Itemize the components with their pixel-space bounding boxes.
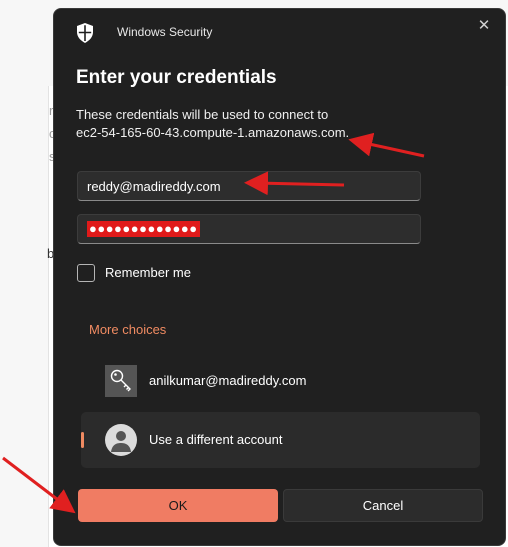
server-hostname: ec2-54-165-60-43.compute-1.amazonaws.com… (76, 125, 350, 140)
dialog-description: These credentials will be used to connec… (76, 106, 349, 142)
account-option-anilkumar[interactable]: anilkumar@madireddy.com (81, 353, 480, 409)
title-bar: Windows Security ✕ (54, 9, 505, 55)
description-line: These credentials will be used to connec… (76, 107, 329, 122)
account-label: anilkumar@madireddy.com (149, 373, 307, 388)
user-avatar-icon (105, 424, 137, 456)
account-label: Use a different account (149, 432, 283, 447)
ok-button[interactable]: OK (78, 489, 278, 522)
username-value: reddy@madireddy.com (87, 179, 221, 194)
password-masked-value: ●●●●●●●●●●●●● (87, 221, 200, 237)
selection-indicator (81, 432, 84, 448)
credentials-dialog: Windows Security ✕ Enter your credential… (53, 8, 506, 546)
password-field[interactable]: ●●●●●●●●●●●●● (77, 214, 421, 244)
key-icon (105, 365, 137, 397)
more-choices-link[interactable]: More choices (89, 322, 166, 337)
cancel-button[interactable]: Cancel (283, 489, 483, 522)
close-button[interactable]: ✕ (473, 15, 495, 37)
dialog-heading: Enter your credentials (76, 67, 277, 88)
close-icon: ✕ (477, 17, 491, 34)
account-option-different[interactable]: Use a different account (81, 412, 480, 468)
username-field[interactable]: reddy@madireddy.com (77, 171, 421, 201)
remember-me-label[interactable]: Remember me (105, 265, 191, 280)
shield-icon (77, 23, 93, 43)
remember-me-checkbox[interactable] (77, 264, 95, 282)
app-title: Windows Security (117, 25, 213, 39)
